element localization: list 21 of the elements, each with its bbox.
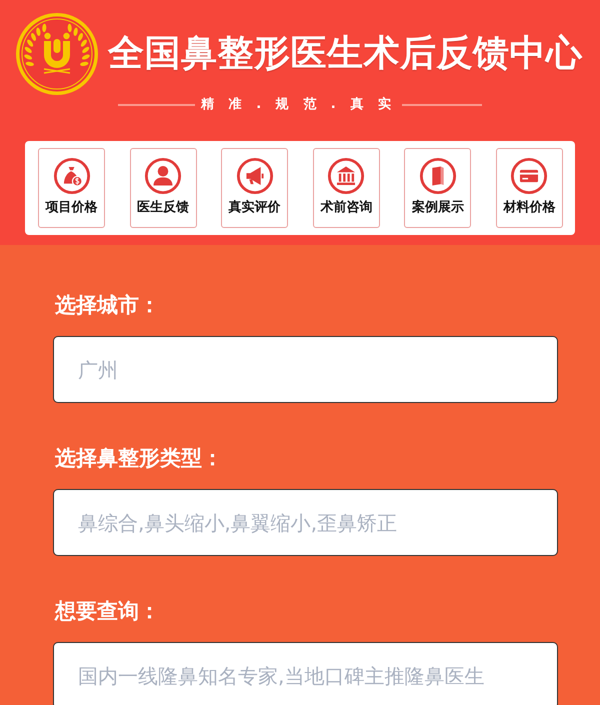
nav-tile[interactable]: 术前咨询 [312, 148, 380, 228]
input-field[interactable]: 广州 [53, 336, 558, 403]
money-bag-icon [52, 157, 90, 195]
book-icon [418, 157, 457, 195]
field-label: 想要查询： [55, 598, 160, 625]
input-field[interactable]: 国内一线隆鼻知名专家,当地口碑主推隆鼻医生 [53, 642, 558, 705]
megaphone-icon [236, 157, 274, 195]
credit-card-icon [510, 157, 548, 195]
bank-icon [327, 157, 366, 195]
nav-tile[interactable]: 真实评价 [221, 148, 288, 228]
nav-tile[interactable]: 材料价格 [496, 148, 563, 228]
logo-icon [14, 11, 100, 97]
field-label: 选择鼻整形类型： [55, 445, 223, 472]
nav-tile[interactable]: 案例展示 [404, 148, 472, 228]
slogan: 精 准 . 规 范 . 真 实 [201, 98, 396, 112]
field-label: 选择城市： [55, 292, 160, 319]
site-title: 全国鼻整形医生术后反馈中心 [108, 32, 582, 76]
nav-tile[interactable]: 项目价格 [38, 148, 105, 228]
nav-tile[interactable]: 医生反馈 [130, 148, 197, 228]
input-field[interactable]: 鼻综合,鼻头缩小,鼻翼缩小,歪鼻矫正 [53, 489, 558, 556]
person-icon [144, 157, 182, 195]
